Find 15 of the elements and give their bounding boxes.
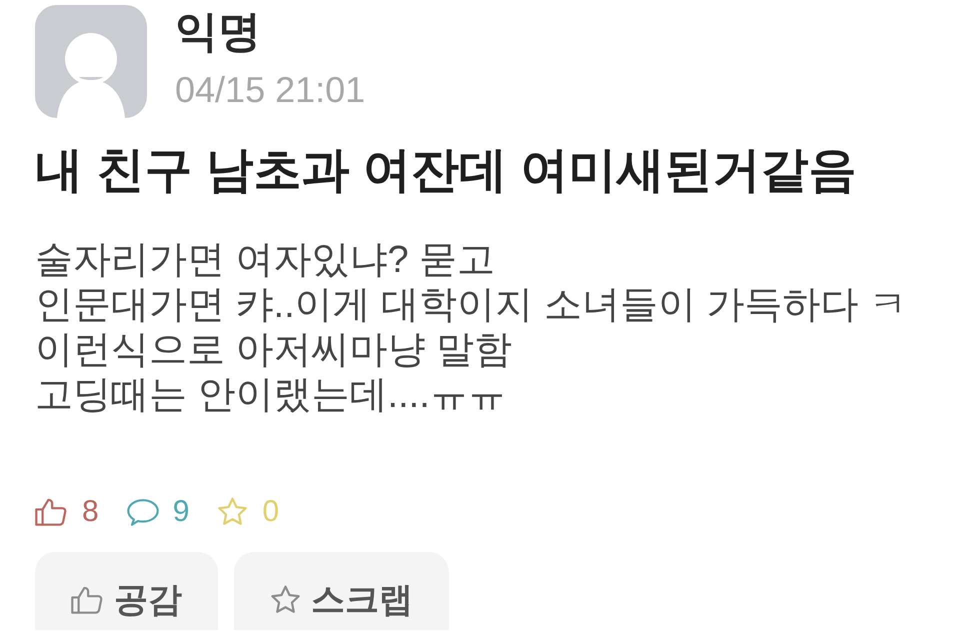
post-timestamp: 04/15 21:01 [175,69,366,111]
body-text-line: 술자리가면 여자있냐? 묻고 [35,238,496,283]
body-text-line: 인문대가면 캬..이게 대학이지 소녀들이 가득하다 ㅋ [35,283,908,328]
stat-count: 0 [262,494,280,530]
star-icon [270,585,301,615]
avatar-icon [35,5,147,118]
author-name: 익명 [175,7,262,57]
stat-count: 9 [172,494,190,530]
body-text-line: 고딩때는 안이랬는데....ㅠㅠ [35,373,507,418]
scrap-button[interactable]: 스크랩 [234,552,449,630]
stat-count: 8 [82,494,99,530]
post-title: 내 친구 남초과 여잔데 여미새된거같음 [35,143,858,199]
thumbs-up-icon [71,586,104,614]
body-text-line: 이런식으로 아저씨마냥 말함 [35,328,514,373]
like-button[interactable]: 공감 [35,552,218,630]
